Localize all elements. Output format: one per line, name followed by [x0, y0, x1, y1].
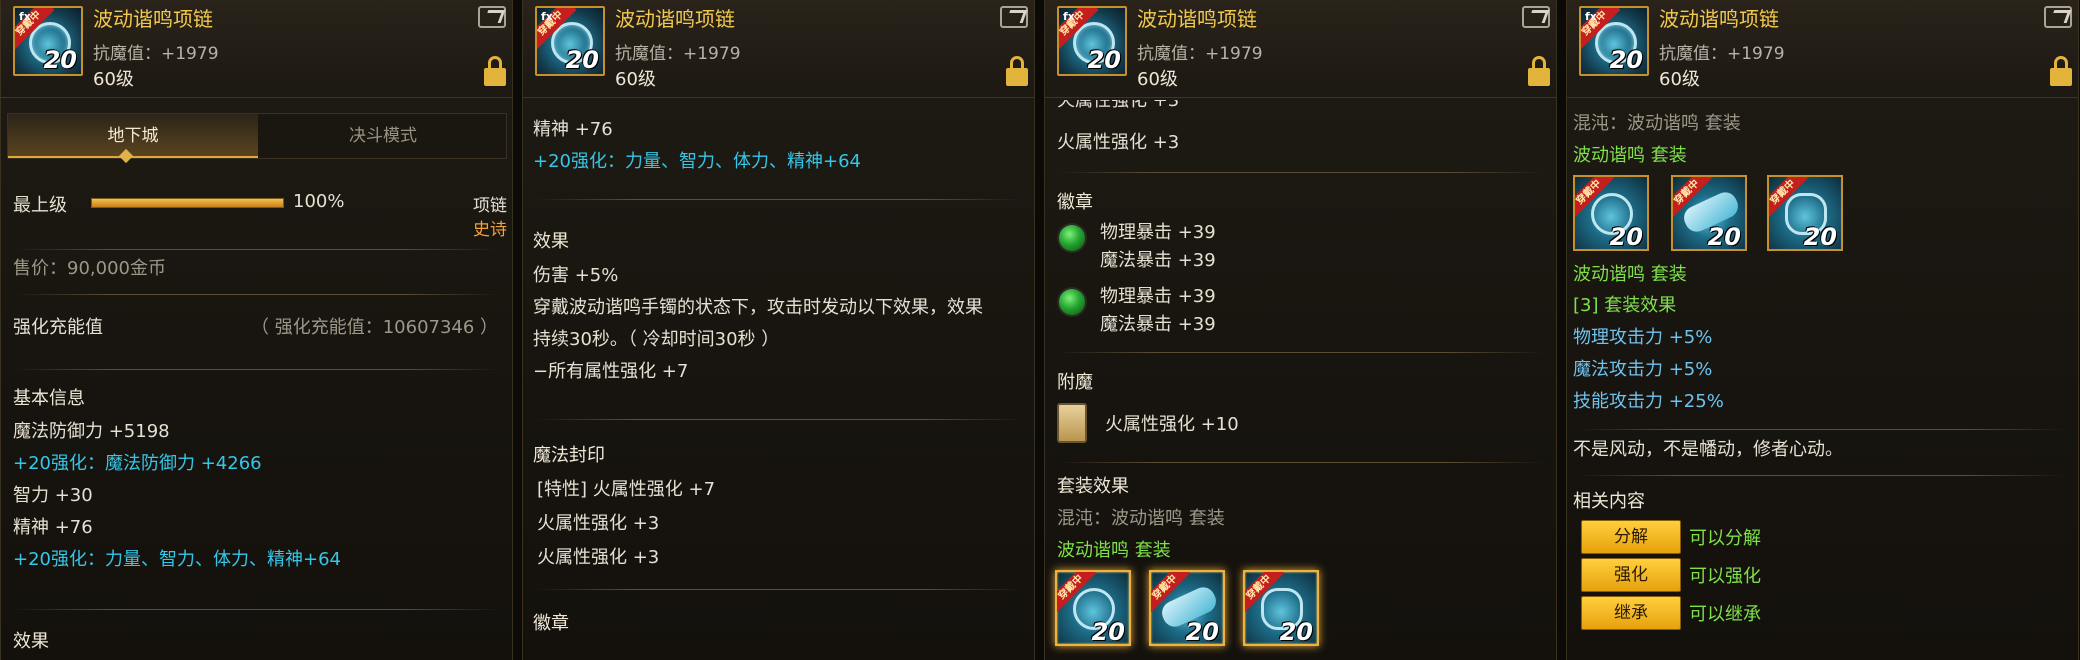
- flavor-quote: 不是风动，不是幡动，修者心动。: [1573, 439, 1843, 460]
- item-name: 波动谐鸣项链: [1659, 7, 1779, 31]
- price: 售价：90,000金币: [13, 258, 166, 279]
- set-active: 波动谐鸣 套装: [1057, 540, 1171, 561]
- tooltip-panel-4: 穿戴中 fx 20 波动谐鸣项链 抗魔值：+1979 60级 混沌：波动谐鸣 套装…: [1566, 0, 2079, 660]
- item-stat: 抗魔值：+1979: [93, 44, 219, 64]
- lock-icon[interactable]: [1528, 56, 1550, 86]
- set-active: 波动谐鸣 套装: [1573, 145, 1687, 166]
- effect-line: 穿戴波动谐鸣手镯的状态下，攻击时发动以下效果，效果: [533, 297, 983, 318]
- set-bonus-title: [3] 套装效果: [1573, 295, 1677, 316]
- tooltip-panel-1: 穿戴中 fx 20 波动谐鸣项链 抗魔值：+1979 60级 地下城 决斗模式 最…: [0, 0, 513, 660]
- necklace-icon: 穿戴中 fx 20: [1579, 6, 1649, 76]
- necklace-icon: 穿戴中 fx 20: [1057, 6, 1127, 76]
- tab-pvp[interactable]: 决斗模式: [258, 114, 508, 158]
- charge-value: （ 强化充能值：10607346 ）: [251, 317, 499, 338]
- mode-tabs: 地下城 决斗模式: [7, 113, 507, 159]
- item-name: 波动谐鸣项链: [1137, 7, 1257, 31]
- seal-title: 魔法封印: [533, 445, 605, 466]
- lock-icon[interactable]: [2050, 56, 2072, 86]
- emblem-stat: 魔法暴击 +39: [1100, 314, 1216, 335]
- bracelet-icon[interactable]: 穿戴中 20: [1149, 570, 1225, 646]
- action-note: 可以继承: [1689, 604, 1761, 625]
- basic-title: 基本信息: [13, 388, 85, 409]
- stat-line: +20强化：力量、智力、体力、精神+64: [533, 151, 861, 172]
- item-stat: 抗魔值：+1979: [1137, 44, 1263, 64]
- ring-icon[interactable]: 穿戴中 20: [1767, 175, 1843, 251]
- set-title: 套装效果: [1057, 476, 1129, 497]
- item-header: 穿戴中 fx 20 波动谐鸣项链 抗魔值：+1979 60级: [1, 0, 512, 98]
- lock-icon[interactable]: [1006, 56, 1028, 86]
- share-icon[interactable]: [1522, 6, 1550, 28]
- grade-label: 最上级: [13, 195, 67, 216]
- set-name: 混沌：波动谐鸣 套装: [1057, 508, 1225, 529]
- set-bonus-line: 物理攻击力 +5%: [1573, 327, 1713, 348]
- necklace-icon[interactable]: 穿戴中 20: [1055, 570, 1131, 646]
- green-emblem-icon: [1057, 287, 1087, 317]
- charge-label: 强化充能值: [13, 317, 103, 338]
- emblem-title: 徽章: [533, 613, 569, 634]
- seal-line: [特性] 火属性强化 +7: [537, 479, 716, 500]
- bracelet-icon[interactable]: 穿戴中 20: [1671, 175, 1747, 251]
- set-bonus-line: 技能攻击力 +25%: [1573, 391, 1724, 412]
- emblem-stat: 物理暴击 +39: [1100, 222, 1216, 243]
- set-bonus-line: 魔法攻击力 +5%: [1573, 359, 1713, 380]
- necklace-icon[interactable]: 穿戴中 20: [1573, 175, 1649, 251]
- necklace-icon: 穿戴中 fx 20: [13, 6, 83, 76]
- tooltip-panel-2: 穿戴中 fx 20 波动谐鸣项链 抗魔值：+1979 60级 精神 +76 +20…: [522, 0, 1035, 660]
- grade-percent: 100%: [293, 191, 345, 212]
- effect-line: 伤害 +5%: [533, 265, 619, 286]
- share-icon[interactable]: [478, 6, 506, 28]
- lock-icon[interactable]: [484, 56, 506, 86]
- enhance-button[interactable]: 强化: [1581, 558, 1681, 592]
- enchant-line: 火属性强化 +10: [1105, 414, 1239, 435]
- inherit-button[interactable]: 继承: [1581, 596, 1681, 630]
- item-stat: 抗魔值：+1979: [615, 44, 741, 64]
- share-icon[interactable]: [2044, 6, 2072, 28]
- item-level: 60级: [1659, 69, 1700, 90]
- item-name: 波动谐鸣项链: [615, 7, 735, 31]
- set-active: 波动谐鸣 套装: [1573, 264, 1687, 285]
- related-title: 相关内容: [1573, 491, 1645, 512]
- rarity: 史诗: [473, 220, 507, 240]
- grade-bar: [91, 198, 284, 208]
- item-level: 60级: [93, 69, 134, 90]
- necklace-icon: 穿戴中 fx 20: [535, 6, 605, 76]
- green-emblem-icon: [1057, 223, 1087, 253]
- stat-line: 智力 +30: [13, 485, 93, 506]
- tooltip-panel-3: 火属性强化 +3 火属性强化 +3 徽章 物理暴击 +39 魔法暴击 +39 物…: [1044, 0, 1557, 660]
- item-stat: 抗魔值：+1979: [1659, 44, 1785, 64]
- item-header: 穿戴中 fx 20 波动谐鸣项链 抗魔值：+1979 60级: [1045, 0, 1556, 98]
- share-icon[interactable]: [1000, 6, 1028, 28]
- item-level: 60级: [1137, 69, 1178, 90]
- stat-line: +20强化：力量、智力、体力、精神+64: [13, 549, 341, 570]
- ring-icon[interactable]: 穿戴中 20: [1243, 570, 1319, 646]
- seal-line: 火属性强化 +3: [537, 513, 660, 534]
- item-level: 60级: [615, 69, 656, 90]
- effect-title: 效果: [13, 631, 49, 652]
- effect-line: −所有属性强化 +7: [533, 361, 689, 382]
- item-header: 穿戴中 fx 20 波动谐鸣项链 抗魔值：+1979 60级: [1567, 0, 2078, 98]
- emblem-stat: 魔法暴击 +39: [1100, 250, 1216, 271]
- stat-line: 火属性强化 +3: [1057, 132, 1180, 153]
- disassemble-button[interactable]: 分解: [1581, 520, 1681, 554]
- item-header: 穿戴中 fx 20 波动谐鸣项链 抗魔值：+1979 60级: [523, 0, 1034, 98]
- item-name: 波动谐鸣项链: [93, 7, 213, 31]
- seal-line: 火属性强化 +3: [537, 547, 660, 568]
- stat-line: 魔法防御力 +5198: [13, 421, 170, 442]
- stat-line: +20强化：魔法防御力 +4266: [13, 453, 262, 474]
- emblem-title: 徽章: [1057, 192, 1093, 213]
- set-name: 混沌：波动谐鸣 套装: [1573, 113, 1741, 134]
- action-note: 可以强化: [1689, 566, 1761, 587]
- emblem-stat: 物理暴击 +39: [1100, 286, 1216, 307]
- stat-line: 精神 +76: [533, 119, 613, 140]
- action-note: 可以分解: [1689, 528, 1761, 549]
- stat-line: 精神 +76: [13, 517, 93, 538]
- enchant-card-icon: [1057, 403, 1087, 443]
- slot-type: 项链: [473, 196, 507, 216]
- enchant-title: 附魔: [1057, 372, 1093, 393]
- tab-dungeon[interactable]: 地下城: [8, 114, 258, 158]
- effect-line: 持续30秒。（ 冷却时间30秒 ）: [533, 329, 780, 350]
- effect-title: 效果: [533, 231, 569, 252]
